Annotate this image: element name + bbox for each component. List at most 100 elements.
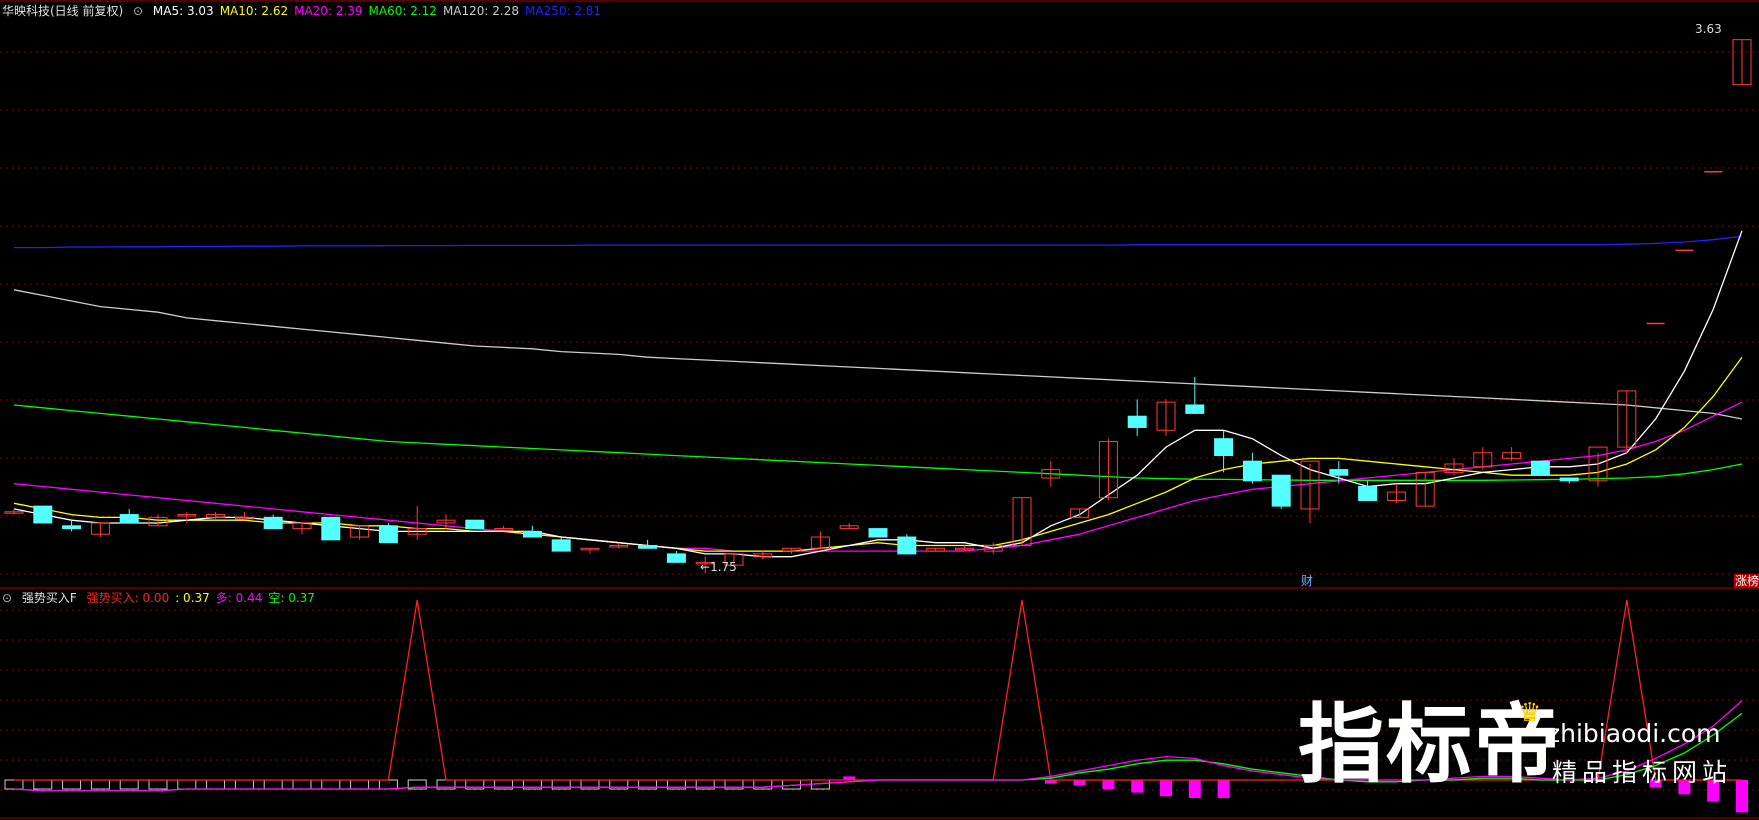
candle-body [638, 544, 658, 549]
histogram-bar [321, 779, 341, 790]
candle-body [666, 553, 686, 563]
ma-label-3: MA60: 2.12 [368, 4, 437, 18]
candle-53 [1530, 460, 1550, 476]
indicator-title[interactable]: 强势买入F [22, 591, 77, 605]
candle-16 [465, 519, 485, 530]
candle-body [33, 505, 53, 524]
candle-54 [1559, 477, 1579, 484]
ma-label-4: MA120: 2.28 [442, 4, 519, 18]
candle-40 [1156, 399, 1176, 436]
candle-50 [1444, 458, 1464, 476]
candle-44 [1271, 474, 1291, 509]
histogram-bar [4, 779, 24, 790]
candle-10 [292, 522, 312, 535]
candle-60 [1732, 39, 1752, 86]
indicator-label-1: : 0.37 [175, 591, 210, 605]
histogram-bar [1160, 780, 1172, 797]
histogram-bar [1736, 780, 1748, 813]
stock-title[interactable]: 华映科技(日线 前复权) [2, 4, 123, 18]
histogram-bar [1073, 780, 1086, 786]
ma-label-5: MA250: 2.81 [525, 4, 602, 18]
limit-up-marker[interactable]: 涨榜 [1734, 574, 1759, 588]
candle-39 [1127, 399, 1147, 436]
candle-body [378, 525, 398, 544]
candle-body [465, 519, 485, 530]
settings-icon[interactable]: ⊙ [133, 4, 143, 18]
candle-48 [1386, 483, 1406, 504]
candle-body [897, 536, 917, 555]
candle-42 [1214, 430, 1234, 473]
candle-13 [378, 522, 398, 544]
candle-55 [1588, 446, 1608, 487]
candle-11 [321, 516, 341, 541]
candle-29 [839, 522, 859, 530]
candle-47 [1358, 480, 1378, 502]
histogram-bar [263, 779, 283, 790]
histogram-bar [350, 779, 370, 790]
candle-7 [206, 511, 226, 521]
low-price-value: 1.75 [710, 560, 737, 574]
candle-body [1559, 477, 1579, 482]
histogram-bar [33, 779, 53, 790]
histogram-bar [1217, 780, 1230, 798]
histogram-bar [378, 779, 398, 790]
candle-3 [90, 522, 110, 538]
candle-body [522, 530, 542, 538]
ma250-line [14, 235, 1743, 249]
candle-9 [263, 514, 283, 530]
candle-32 [926, 547, 946, 552]
candle-26 [753, 551, 773, 560]
ma-label-2: MA20: 2.39 [294, 4, 363, 18]
candle-33 [954, 545, 974, 552]
candle-body [119, 514, 139, 524]
candle-4 [119, 508, 139, 524]
low-price-label: ←1.75 [700, 560, 737, 574]
crown-icon: ♛ [1518, 698, 1542, 728]
candle-body [551, 539, 571, 552]
candle-body [321, 516, 341, 541]
indicator-label-2: 多: 0.44 [215, 591, 263, 605]
candle-22 [638, 539, 658, 549]
candle-28 [810, 531, 830, 549]
histogram-bar [1131, 780, 1144, 793]
histogram-bar [119, 779, 139, 790]
candle-41 [1185, 376, 1205, 414]
watermark-site: zhibiaodi.com [1547, 719, 1721, 748]
candle-30 [868, 528, 888, 538]
histogram-bar [177, 779, 197, 790]
candle-43 [1242, 452, 1262, 484]
candle-31 [897, 534, 917, 555]
candle-19 [551, 537, 571, 552]
candle-body [1530, 460, 1550, 476]
candle-18 [522, 525, 542, 538]
indicator-label-0: 强势买入: 0.00 [86, 591, 170, 605]
candle-body [1242, 460, 1262, 482]
candle-body [1185, 404, 1205, 414]
histogram-bar [1188, 780, 1201, 798]
indicator-settings-icon[interactable]: ⊙ [2, 591, 12, 605]
indicator-label-3: 空: 0.37 [268, 591, 315, 605]
candle-body [494, 528, 514, 531]
candle-2 [62, 520, 82, 532]
histogram-bar [234, 779, 254, 790]
candle-49 [1415, 471, 1435, 507]
candle-body [263, 516, 283, 530]
histogram-bar [1102, 780, 1115, 789]
watermark-slogan: 精品指标网站 [1552, 758, 1733, 787]
candle-body [1358, 485, 1378, 502]
histogram-bar [148, 779, 168, 790]
finance-marker[interactable]: 财 [1301, 574, 1313, 588]
candle-27 [782, 547, 802, 554]
candle-body [1271, 474, 1291, 507]
ma5-line [13, 230, 1743, 558]
histogram-bar [90, 779, 110, 790]
candle-8 [234, 511, 254, 521]
histogram-bar [62, 779, 82, 790]
candle-body [1214, 438, 1234, 457]
candle-body [1329, 469, 1349, 476]
candle-23 [666, 551, 686, 563]
high-price-label: 3.63 [1695, 22, 1722, 36]
histogram-bar [292, 779, 312, 790]
candle-body [1127, 415, 1147, 428]
candle-body [868, 528, 888, 538]
